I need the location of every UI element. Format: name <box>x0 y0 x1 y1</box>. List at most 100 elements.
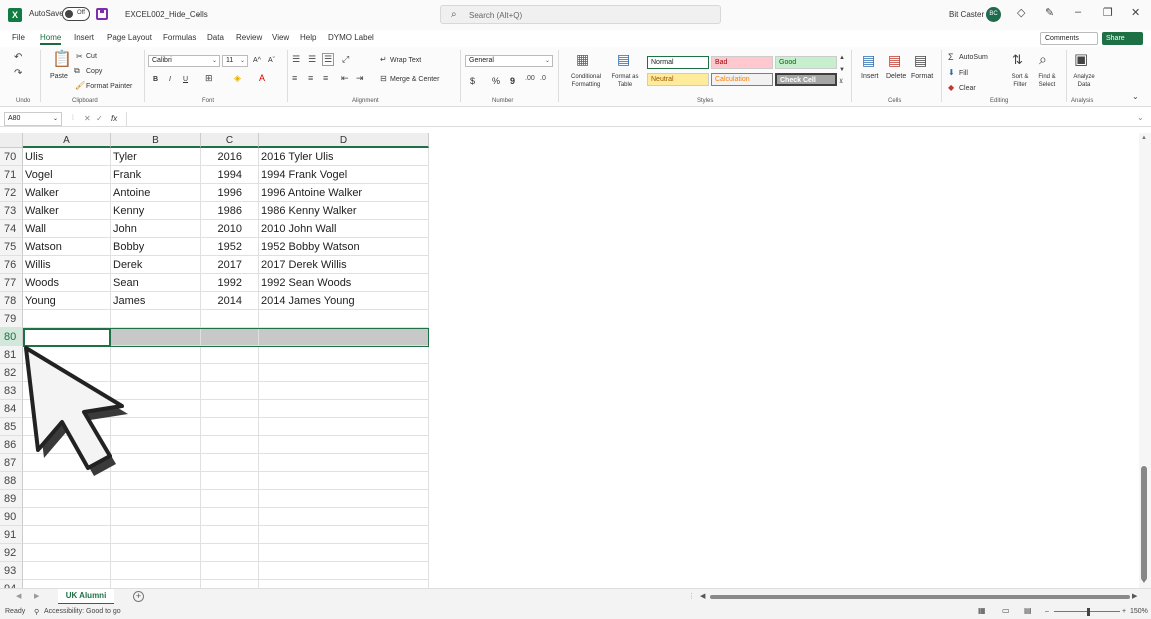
sheet-tab-uk-alumni[interactable]: UK Alumni <box>58 589 114 605</box>
cell-d[interactable]: 2016 Tyler Ulis <box>259 148 429 166</box>
row-header[interactable]: 86 <box>0 436 23 454</box>
row-header[interactable]: 92 <box>0 544 23 562</box>
cell-d[interactable] <box>259 364 429 382</box>
shrink-font-button[interactable]: Aˇ <box>268 57 275 64</box>
cell-d[interactable] <box>259 526 429 544</box>
cell-c[interactable]: 1992 <box>201 274 259 292</box>
align-bottom-icon[interactable]: ☰ <box>322 53 335 66</box>
cell-c[interactable] <box>201 400 259 418</box>
font-color-icon[interactable]: A <box>259 74 265 83</box>
cell-d[interactable]: 1996 Antoine Walker <box>259 184 429 202</box>
pen-icon[interactable]: ✎ <box>1045 6 1054 19</box>
cell-c[interactable] <box>201 508 259 526</box>
cell-b[interactable] <box>111 328 201 346</box>
styles-scroll-up-icon[interactable]: ▲ <box>839 55 845 61</box>
cell-a[interactable] <box>23 418 111 436</box>
cell-b[interactable]: Bobby <box>111 238 201 256</box>
collapse-ribbon-icon[interactable]: ⌄ <box>1132 93 1139 101</box>
cell-b[interactable]: Sean <box>111 274 201 292</box>
cell-d[interactable] <box>259 310 429 328</box>
formula-input[interactable] <box>126 112 1146 126</box>
row-header[interactable]: 70 <box>0 148 23 166</box>
cut-button[interactable]: Cut <box>86 53 97 60</box>
row-header[interactable]: 93 <box>0 562 23 580</box>
currency-button[interactable]: $ <box>470 76 475 86</box>
cell-b[interactable]: Kenny <box>111 202 201 220</box>
cell-c[interactable]: 2016 <box>201 148 259 166</box>
select-all-corner[interactable] <box>0 133 23 148</box>
column-header-c[interactable]: C <box>201 133 259 148</box>
row-header[interactable]: 80 <box>0 328 23 346</box>
cell-a[interactable]: Young <box>23 292 111 310</box>
cell-a[interactable] <box>23 580 111 588</box>
styles-scroll-down-icon[interactable]: ▼ <box>839 67 845 73</box>
column-header-b[interactable]: B <box>111 133 201 148</box>
cell-c[interactable] <box>201 310 259 328</box>
tab-view[interactable]: View <box>272 33 289 42</box>
comma-button[interactable]: 9 <box>510 76 515 86</box>
cell-d[interactable] <box>259 580 429 588</box>
cell-a[interactable] <box>23 526 111 544</box>
cell-b[interactable] <box>111 400 201 418</box>
enter-icon[interactable]: ✓ <box>96 114 103 123</box>
italic-button[interactable]: I <box>169 76 171 83</box>
fill-color-icon[interactable]: ◈ <box>234 74 241 83</box>
style-good[interactable]: Good <box>775 56 837 69</box>
tab-file[interactable]: File <box>12 33 25 42</box>
cell-d[interactable]: 1986 Kenny Walker <box>259 202 429 220</box>
cell-a[interactable] <box>23 436 111 454</box>
search-box[interactable]: ⌕ Search (Alt+Q) <box>440 5 721 24</box>
cell-c[interactable] <box>201 382 259 400</box>
redo-icon[interactable]: ↷ <box>14 69 22 79</box>
cell-a[interactable]: Ulis <box>23 148 111 166</box>
row-header[interactable]: 88 <box>0 472 23 490</box>
scroll-down-icon[interactable]: ▼ <box>1141 579 1147 585</box>
grow-font-button[interactable]: A^ <box>253 57 261 64</box>
prev-sheet-icon[interactable]: ◀ <box>16 592 21 600</box>
cell-c[interactable] <box>201 490 259 508</box>
find-select-button[interactable]: Find & Select <box>1032 73 1062 89</box>
empty-sheet-area[interactable] <box>430 133 1140 588</box>
cell-b[interactable] <box>111 526 201 544</box>
cell-a[interactable] <box>23 472 111 490</box>
insert-function-button[interactable]: fx <box>111 114 117 123</box>
cell-c[interactable]: 1986 <box>201 202 259 220</box>
fill-button[interactable]: Fill <box>959 70 968 77</box>
accessibility-status[interactable]: Accessibility: Good to go <box>44 608 121 615</box>
clear-button[interactable]: Clear <box>959 85 976 92</box>
page-break-view-icon[interactable]: ▤ <box>1024 606 1032 615</box>
style-normal[interactable]: Normal <box>647 56 709 69</box>
borders-icon[interactable]: ⊞ <box>205 74 213 83</box>
cell-d[interactable] <box>259 562 429 580</box>
user-name[interactable]: Bit Caster <box>949 10 984 19</box>
tab-dymo-label[interactable]: DYMO Label <box>328 33 374 42</box>
normal-view-icon[interactable]: ▦ <box>978 606 986 615</box>
next-sheet-icon[interactable]: ▶ <box>34 592 39 600</box>
cell-c[interactable] <box>201 526 259 544</box>
zoom-in-icon[interactable]: + <box>1122 608 1126 615</box>
cell-d[interactable] <box>259 400 429 418</box>
cell-b[interactable] <box>111 436 201 454</box>
style-neutral[interactable]: Neutral <box>647 73 709 86</box>
cell-b[interactable]: Antoine <box>111 184 201 202</box>
cell-a[interactable]: Watson <box>23 238 111 256</box>
vertical-scrollbar[interactable]: ▲ ▼ <box>1139 133 1151 588</box>
cell-a[interactable] <box>23 490 111 508</box>
style-calculation[interactable]: Calculation <box>711 73 773 86</box>
insert-cells-button[interactable]: Insert <box>861 73 879 80</box>
cell-a[interactable] <box>23 346 111 364</box>
more-sheets-icon[interactable]: ⋮ <box>688 592 695 600</box>
undo-icon[interactable]: ↶ <box>14 53 22 63</box>
cell-a[interactable]: Vogel <box>23 166 111 184</box>
row-header[interactable]: 85 <box>0 418 23 436</box>
cell-b[interactable] <box>111 454 201 472</box>
row-header[interactable]: 83 <box>0 382 23 400</box>
tab-page-layout[interactable]: Page Layout <box>107 33 152 42</box>
cell-b[interactable] <box>111 580 201 588</box>
name-box[interactable]: A80 ⌄ <box>4 112 62 126</box>
row-header[interactable]: 89 <box>0 490 23 508</box>
row-header[interactable]: 72 <box>0 184 23 202</box>
cell-b[interactable]: Tyler <box>111 148 201 166</box>
align-center-icon[interactable]: ≡ <box>308 74 313 83</box>
cell-c[interactable]: 1952 <box>201 238 259 256</box>
